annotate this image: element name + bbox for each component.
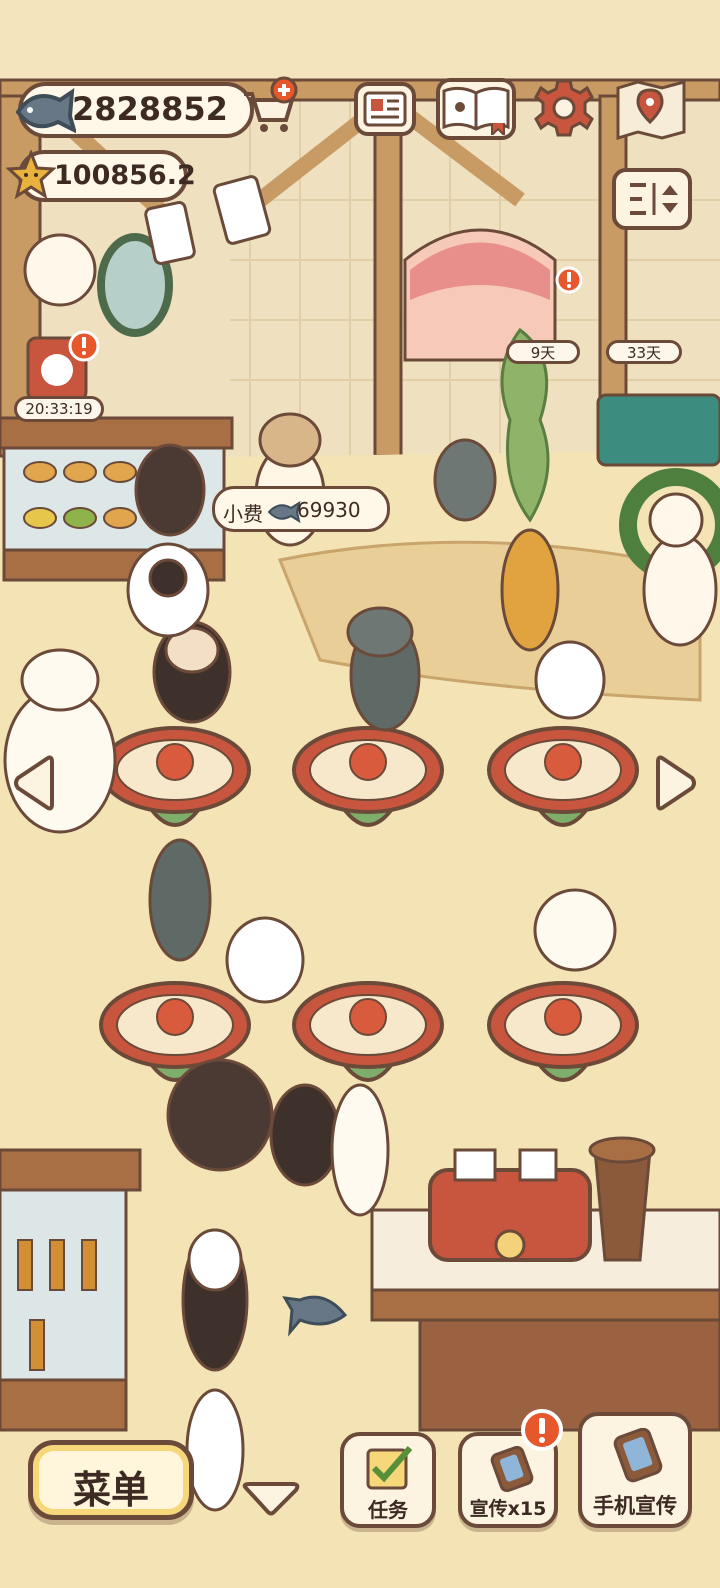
star-face-icon bbox=[6, 150, 56, 200]
task-check-icon bbox=[366, 1446, 413, 1490]
phone-icon bbox=[490, 1446, 534, 1492]
event-card-icon bbox=[26, 330, 100, 402]
newspaper-button[interactable] bbox=[354, 82, 416, 136]
settings-button[interactable] bbox=[534, 78, 594, 138]
fish-currency-value: 2828852 bbox=[72, 90, 228, 128]
collapse-button[interactable] bbox=[240, 1480, 302, 1518]
event-gift-button[interactable] bbox=[24, 330, 100, 406]
paw-book-icon bbox=[442, 86, 510, 135]
menu-label: 菜单 bbox=[72, 1468, 149, 1512]
arrow-right-icon bbox=[656, 755, 696, 811]
chevron-down-icon bbox=[242, 1482, 300, 1516]
fish-icon bbox=[267, 501, 301, 523]
scroll-left-button[interactable] bbox=[12, 752, 54, 814]
map-button[interactable] bbox=[614, 76, 688, 141]
tip-bubble[interactable]: 小费 69930 bbox=[212, 486, 390, 532]
alert-icon bbox=[555, 266, 583, 294]
map-pin-icon bbox=[616, 80, 686, 141]
gear-icon bbox=[534, 79, 594, 137]
cafe-scene bbox=[0, 78, 720, 1588]
phone-icon bbox=[613, 1428, 663, 1483]
tip-amount: 69930 bbox=[297, 498, 361, 522]
day-badge-33: 33天 bbox=[606, 340, 682, 364]
tip-label: 小费 bbox=[223, 502, 263, 526]
buy-fish-button[interactable] bbox=[238, 76, 300, 138]
tasks-button[interactable]: 任务 bbox=[340, 1432, 436, 1528]
recipe-book-button[interactable] bbox=[436, 78, 516, 140]
promo-label: 宣传x15 bbox=[469, 1498, 547, 1520]
sort-button[interactable] bbox=[612, 168, 692, 230]
cart-plus-icon bbox=[244, 76, 298, 132]
tasks-label: 任务 bbox=[368, 1498, 408, 1522]
star-currency-value: 100856.2 bbox=[54, 160, 196, 191]
day-badge-9: 9天 bbox=[506, 340, 580, 364]
menu-button[interactable]: 菜单 bbox=[28, 1440, 194, 1520]
newspaper-icon bbox=[363, 91, 407, 127]
scroll-right-button[interactable] bbox=[656, 752, 698, 814]
event-timer: 20:33:19 bbox=[14, 396, 104, 422]
arrow-left-icon bbox=[14, 755, 54, 811]
phone-promo-label: 手机宣传 bbox=[593, 1494, 677, 1518]
alert-icon bbox=[521, 1409, 563, 1451]
phone-promo-button[interactable]: 手机宣传 bbox=[578, 1412, 692, 1528]
sort-icon bbox=[630, 183, 678, 215]
fish-icon bbox=[15, 88, 76, 134]
